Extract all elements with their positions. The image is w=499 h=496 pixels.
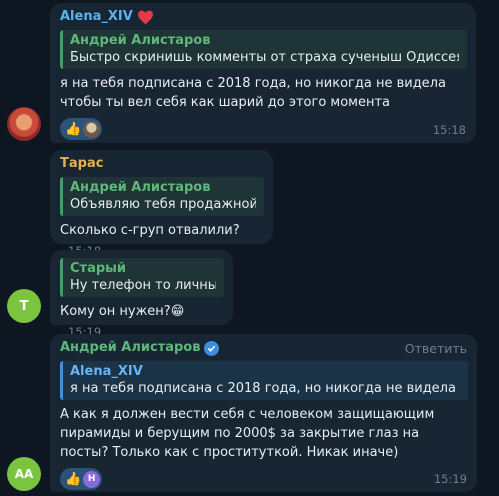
reply-quote[interactable]: Андрей Алистаров Быстро скринишь коммент…: [60, 30, 467, 69]
message-bubble[interactable]: Андрей Алистаров Ответить Alena_XIV я на…: [50, 334, 477, 492]
sender-name-text: Alena_XIV: [60, 9, 133, 24]
reaction-thumbs-up[interactable]: 👍: [60, 118, 103, 140]
reply-author: Андрей Алистаров: [70, 33, 211, 48]
avatar[interactable]: [7, 107, 41, 141]
message-bubble[interactable]: Тарас Андрей Алистаров Объявляю тебя про…: [50, 150, 273, 258]
avatar[interactable]: Т: [7, 289, 41, 323]
reactions: 👍: [60, 118, 467, 140]
reply-author: Андрей Алистаров: [70, 180, 211, 195]
message-bubble[interactable]: Старый Ну телефон то личны... Кому он ну…: [50, 250, 233, 339]
sender-name[interactable]: Тарас: [60, 156, 264, 172]
message-time: 15:18: [432, 123, 466, 137]
thumbs-up-icon: 👍: [65, 471, 82, 487]
verified-icon: [204, 340, 220, 356]
reaction-thumbs-up[interactable]: 👍 Н: [60, 468, 103, 490]
heart-icon: [137, 10, 153, 24]
reply-author: Старый: [70, 261, 127, 276]
reactor-avatar: [83, 120, 101, 138]
message-text: А как я должен вести себя с человеком за…: [60, 407, 435, 460]
sender-name[interactable]: Alena_XIV: [60, 9, 467, 25]
chat-view: Alena_XIV Андрей Алистаров Быстро скрини…: [0, 0, 499, 496]
reply-quote[interactable]: Старый Ну телефон то личны...: [60, 258, 224, 297]
message-text: я на тебя подписана с 2018 года, но нико…: [60, 76, 446, 110]
thumbs-up-icon: 👍: [65, 121, 82, 137]
message-text-content: Сколько с-груп отвалили?: [60, 223, 240, 238]
message-bubble[interactable]: Alena_XIV Андрей Алистаров Быстро скрини…: [50, 3, 476, 143]
reply-text: Объявляю тебя продажной ...: [70, 197, 256, 212]
reactions: 👍 Н: [60, 468, 468, 490]
reply-quote[interactable]: Андрей Алистаров Объявляю тебя продажной…: [60, 177, 264, 216]
message-text-content: Кому он нужен?😁: [60, 304, 185, 319]
reply-button[interactable]: Ответить: [405, 341, 467, 356]
reply-text: Ну телефон то личны...: [70, 278, 216, 293]
reply-author: Alena_XIV: [70, 364, 143, 379]
sender-name-text: Андрей Алистаров: [60, 340, 201, 355]
reactor-avatar: Н: [83, 470, 101, 488]
message-time: 15:19: [433, 472, 467, 486]
reply-quote[interactable]: Alena_XIV я на тебя подписана с 2018 год…: [60, 361, 468, 400]
reply-text: Быстро скринишь комменты от страха сучен…: [70, 50, 459, 65]
reply-text: я на тебя подписана с 2018 года, но нико…: [70, 381, 460, 396]
avatar[interactable]: АА: [7, 457, 41, 491]
